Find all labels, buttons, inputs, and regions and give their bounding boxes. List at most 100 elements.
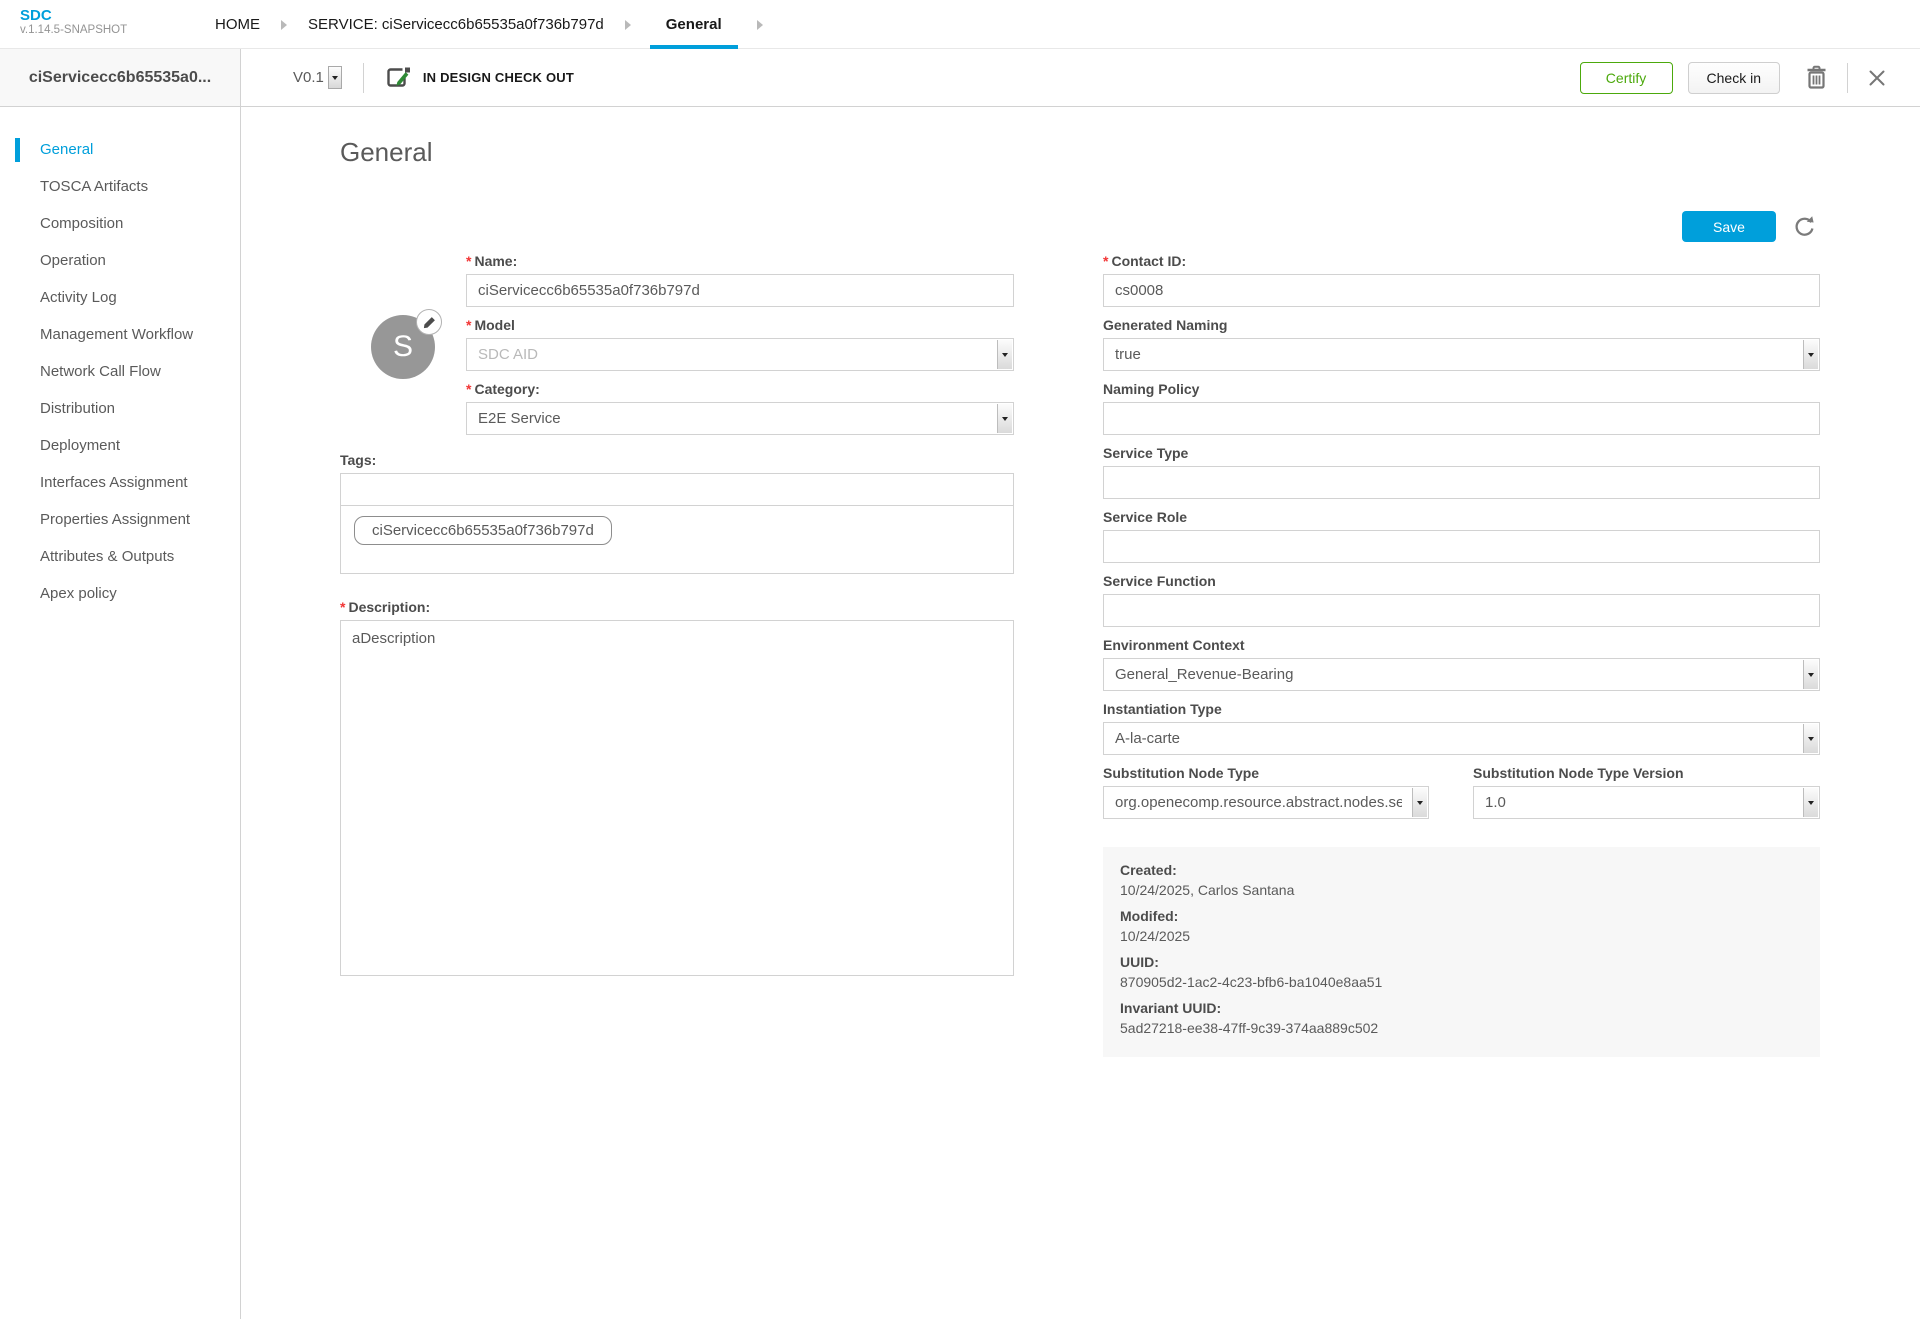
certify-button[interactable]: Certify [1579,61,1673,94]
top-nav-bar: SDC v.1.14.5-SNAPSHOT HOME SERVICE: ciSe… [0,0,1920,49]
sdc-logo-title: SDC [20,7,52,24]
environment-context-select[interactable]: General_Revenue-Bearing [1103,658,1820,691]
modified-label: Modifed: [1120,908,1179,924]
metadata-panel: Created: 10/24/2025, Carlos Santana Modi… [1103,847,1820,1057]
sidebar-item-interfaces-assignment[interactable]: Interfaces Assignment [0,464,240,501]
check-in-button[interactable]: Check in [1687,61,1780,94]
tags-input[interactable] [340,473,1014,506]
toolbar-main: V0.1 IN DESIGN CHECK OUT Certify Check i… [241,49,1920,106]
category-label: * Category: [466,381,540,397]
naming-policy-input[interactable] [1103,402,1820,435]
service-function-input[interactable] [1103,594,1820,627]
sidebar-menu: General TOSCA Artifacts Composition Oper… [0,107,241,1319]
service-function-field: Service Function [1103,573,1820,627]
identity-fields: *Name: *Model SDC AID *Category: E2E [466,253,1014,435]
service-type-field: Service Type [1103,445,1820,499]
required-marker: * [1103,253,1109,269]
breadcrumb-arrow-icon [624,19,631,30]
dropdown-arrow-icon [1803,788,1818,817]
breadcrumb-home[interactable]: HOME [213,0,262,49]
sidebar-item-general[interactable]: General [0,131,240,168]
generated-naming-label: Generated Naming [1103,317,1228,333]
category-field: * Category: E2E Service [466,381,1014,435]
sidebar-item-deployment[interactable]: Deployment [0,427,240,464]
tag-chip[interactable]: ciServicecc6b65535a0f736b797d [354,516,612,545]
substitution-node-type-select[interactable]: org.openecomp.resource.abstract.nodes.se… [1103,786,1429,819]
form-right-column: *Contact ID: Generated Naming true Namin… [1103,253,1820,1057]
tags-chips-container: ciServicecc6b65535a0f736b797d [340,505,1014,574]
sidebar-item-network-call-flow[interactable]: Network Call Flow [0,353,240,390]
general-page: General Save S * Name: ciServicecc6b6553… [241,107,1920,1319]
instantiation-type-select[interactable]: A-la-carte [1103,722,1820,755]
general-form: S *Name: *Model SDC A [340,253,1820,1057]
toolbar-divider [362,62,364,93]
dropdown-arrow-icon [1803,724,1818,753]
sidebar-item-attributes-outputs[interactable]: Attributes & Outputs [0,538,240,575]
save-button[interactable]: Save [1682,211,1776,242]
contact-id-input[interactable] [1103,274,1820,307]
invariant-uuid-value: 5ad27218-ee38-47ff-9c39-374aa889c502 [1120,1020,1379,1036]
category-value: E2E Service [478,410,561,427]
sidebar-item-tosca-artifacts[interactable]: TOSCA Artifacts [0,168,240,205]
name-label: * Name: [466,253,518,269]
sidebar-item-operation[interactable]: Operation [0,242,240,279]
breadcrumb-service[interactable]: SERVICE: ciServicecc6b65535a0f736b797d [306,0,606,49]
contact-id-label: * Contact ID: [1103,253,1187,269]
trash-icon [1807,65,1826,89]
version-dropdown-icon[interactable] [327,66,342,89]
revert-button[interactable] [1789,211,1820,242]
instantiation-type-field: Instantiation Type A-la-carte [1103,701,1820,755]
service-role-label: Service Role [1103,509,1188,525]
sidebar-item-activity-log[interactable]: Activity Log [0,279,240,316]
service-role-input[interactable] [1103,530,1820,563]
version-select[interactable]: V0.1 [293,66,342,89]
name-input[interactable] [466,274,1014,307]
dropdown-arrow-icon [1412,788,1427,817]
substitution-node-type-label: Substitution Node Type [1103,765,1260,781]
sidebar-item-apex-policy[interactable]: Apex policy [0,575,240,612]
instantiation-type-label: Instantiation Type [1103,701,1222,717]
sidebar-item-composition[interactable]: Composition [0,205,240,242]
modified-value: 10/24/2025 [1120,928,1191,944]
substitution-node-type-version-select[interactable]: 1.0 [1473,786,1820,819]
required-marker: * [466,381,472,397]
form-left-column: S *Name: *Model SDC A [340,253,1014,1057]
category-select[interactable]: E2E Service [466,402,1014,435]
breadcrumb-general-tab[interactable]: General [650,0,738,49]
description-field: * Description: aDescription [340,599,1014,981]
delete-button[interactable] [1802,61,1831,94]
service-type-label: Service Type [1103,445,1189,461]
generated-naming-value: true [1115,346,1141,363]
sidebar-item-management-workflow[interactable]: Management Workflow [0,316,240,353]
instantiation-type-value: A-la-carte [1115,730,1181,747]
dropdown-arrow-icon [1803,660,1818,689]
required-marker: * [466,317,472,333]
service-type-input[interactable] [1103,466,1820,499]
tags-field: Tags: ciServicecc6b65535a0f736b797d [340,452,1014,574]
modified-meta: Modifed: 10/24/2025 [1120,906,1800,946]
environment-context-label: Environment Context [1103,637,1245,653]
avatar-initial: S [392,330,413,363]
substitution-node-type-version-value: 1.0 [1485,794,1506,811]
breadcrumb-arrow-icon [281,19,287,30]
model-label: * Model [466,317,515,333]
substitution-node-type-version-label: Substitution Node Type Version [1473,765,1684,781]
generated-naming-select[interactable]: true [1103,338,1820,371]
breadcrumb-arrow-icon [756,19,763,30]
tags-label: Tags: [340,452,377,468]
substitution-row: Substitution Node Type org.openecomp.res… [1103,765,1820,829]
required-marker: * [340,599,346,615]
substitution-node-type-value: org.openecomp.resource.abstract.nodes.se… [1115,794,1402,811]
toolbar-actions: Certify Check in [1579,61,1890,94]
uuid-label: UUID: [1120,954,1159,970]
version-value: V0.1 [293,69,324,86]
required-marker: * [466,253,472,269]
model-select: SDC AID [466,338,1014,371]
description-textarea[interactable]: aDescription [340,620,1014,976]
close-button[interactable] [1864,65,1890,91]
edit-avatar-button[interactable] [416,309,442,335]
toolbar-divider [1847,62,1848,93]
contact-id-field: * Contact ID: [1103,253,1820,307]
sidebar-item-distribution[interactable]: Distribution [0,390,240,427]
sidebar-item-properties-assignment[interactable]: Properties Assignment [0,501,240,538]
